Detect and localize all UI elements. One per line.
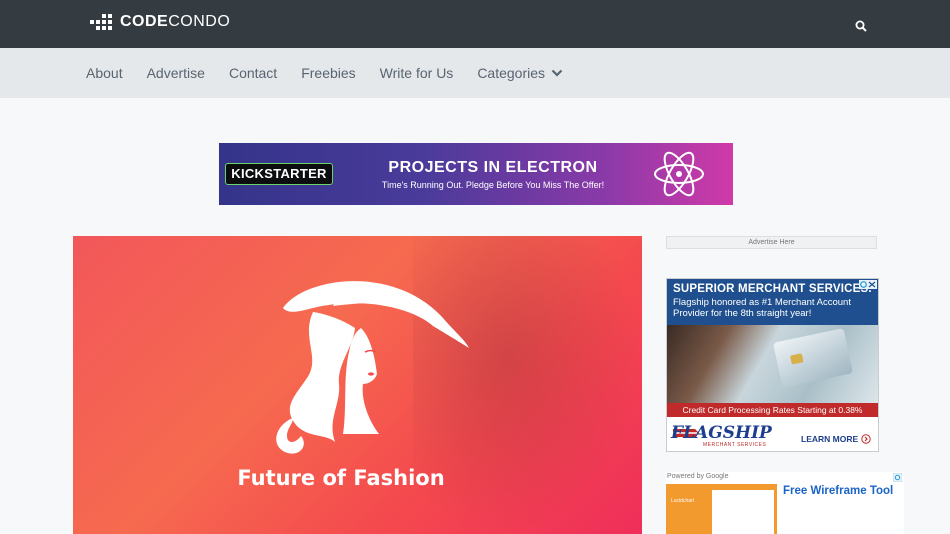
powered-by-google: Powered by Google — [667, 473, 729, 480]
flagship-subtitle: MERCHANT SERVICES — [703, 442, 767, 448]
banner-subtitle: Time's Running Out. Pledge Before You Mi… — [381, 180, 605, 190]
nav-item-freebies[interactable]: Freebies — [301, 65, 355, 81]
arrow-right-circle-icon — [861, 434, 871, 444]
learn-more-label: LEARN MORE — [801, 434, 859, 444]
hero-title: Future of Fashion — [237, 466, 445, 490]
search-icon[interactable] — [855, 20, 867, 32]
credit-card-icon — [773, 328, 853, 388]
flagship-logo: FLAGSHIP — [671, 423, 772, 443]
kickstarter-badge: KICKSTARTER — [225, 163, 333, 185]
banner-title: PROJECTS IN ELECTRON — [388, 159, 598, 176]
site-logo[interactable]: CODECONDO — [90, 13, 230, 31]
atom-icon — [654, 151, 704, 197]
advertise-here-label[interactable]: Advertise Here — [666, 236, 877, 249]
ad-thumbnail: Lucidchart — [666, 484, 777, 534]
wireframe-preview — [712, 490, 774, 534]
credit-card-photo — [667, 325, 878, 403]
nav-item-categories-label: Categories — [477, 65, 546, 81]
ad-headline-panel: SUPERIOR MERCHANT SERVICES. Flagship hon… — [667, 279, 878, 325]
ad-body: Flagship honored as #1 Merchant Account … — [673, 297, 851, 319]
kickstarter-banner-ad[interactable]: KICKSTARTER PROJECTS IN ELECTRON Time's … — [219, 143, 733, 205]
top-bar: CODECONDO — [0, 0, 950, 48]
nav-item-advertise[interactable]: Advertise — [147, 65, 205, 81]
logo-mark-icon — [90, 14, 112, 30]
nav-item-categories[interactable]: Categories — [477, 65, 563, 81]
chevron-down-icon — [551, 69, 563, 77]
nav-item-contact[interactable]: Contact — [229, 65, 277, 81]
nav-item-write-for-us[interactable]: Write for Us — [380, 65, 454, 81]
nav-bar: About Advertise Contact Freebies Write f… — [0, 48, 950, 98]
google-ad-title[interactable]: Free Wireframe Tool — [783, 485, 893, 497]
adchoices-icon[interactable] — [859, 280, 877, 289]
featured-post-image[interactable]: Future of Fashion — [73, 236, 642, 534]
woman-hat-icon — [276, 281, 469, 454]
nav-item-about[interactable]: About — [86, 65, 123, 81]
logo-text: CODECONDO — [120, 13, 231, 30]
ad-thumbnail-brand: Lucidchart — [671, 498, 695, 504]
learn-more-button[interactable]: LEARN MORE — [801, 434, 871, 444]
ad-headline: SUPERIOR MERCHANT SERVICES. — [673, 283, 872, 295]
merchant-services-ad[interactable]: SUPERIOR MERCHANT SERVICES. Flagship hon… — [666, 278, 879, 452]
google-text-ad[interactable]: Powered by Google Lucidchart Free Wirefr… — [666, 472, 904, 534]
kickstarter-badge-label: KICKSTARTER — [231, 166, 327, 181]
main-nav: About Advertise Contact Freebies Write f… — [86, 65, 587, 81]
adchoices-icon[interactable] — [893, 473, 902, 482]
ad-rate-strip: Credit Card Processing Rates Starting at… — [667, 403, 878, 417]
